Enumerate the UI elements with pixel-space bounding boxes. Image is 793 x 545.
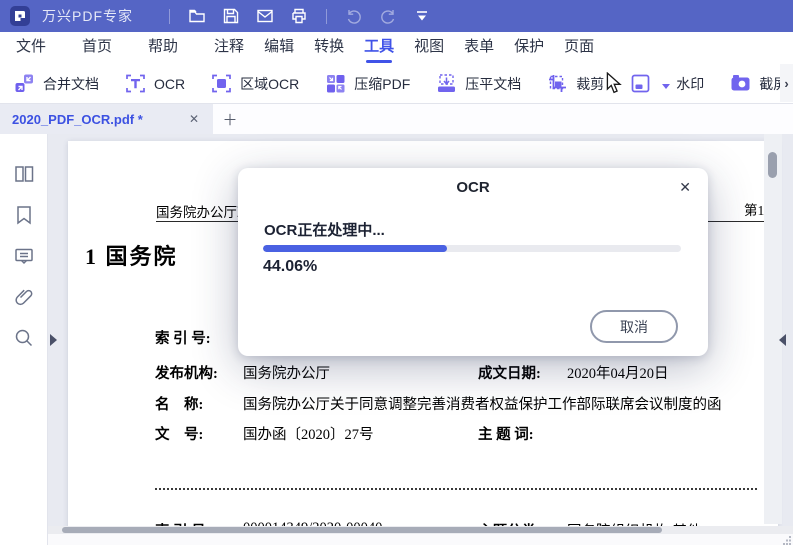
horizontal-scrollbar[interactable] xyxy=(48,526,793,534)
area-ocr-button[interactable]: 区域OCR xyxy=(211,73,299,94)
tool-label: 水印 xyxy=(676,75,705,92)
flatten-icon xyxy=(438,74,456,92)
tab-close-icon[interactable]: ✕ xyxy=(185,110,203,128)
merge-docs-button[interactable]: 合并文档 xyxy=(14,73,99,94)
ocr-icon xyxy=(126,74,145,93)
attachments-panel-icon[interactable] xyxy=(12,285,36,309)
doc-header-left: 国务院办公厅政 xyxy=(156,205,251,220)
merge-icon xyxy=(15,74,33,92)
crop-icon xyxy=(549,75,567,92)
email-icon[interactable] xyxy=(250,3,280,29)
ocr-status-text: OCR正在处理中... xyxy=(264,222,385,239)
doc-field-label: 文 号: xyxy=(155,427,204,443)
menu-home[interactable]: 首页 xyxy=(82,32,112,64)
doc-field-value: 2020年04月20日 xyxy=(567,366,669,382)
compress-icon xyxy=(327,75,345,93)
menu-tools[interactable]: 工具 xyxy=(364,32,394,64)
menu-file[interactable]: 文件 xyxy=(16,32,46,64)
dialog-close-icon[interactable]: ✕ xyxy=(677,177,693,198)
resize-grip-icon[interactable] xyxy=(782,535,792,545)
doc-field-value: 国务院办公厅 xyxy=(243,366,330,382)
bottom-strip xyxy=(48,534,793,545)
watermark-button[interactable]: 水印 xyxy=(630,73,704,94)
mouse-cursor xyxy=(606,72,622,94)
chevron-down-icon[interactable] xyxy=(662,84,671,89)
tab-title: 2020_PDF_OCR.pdf * xyxy=(12,111,143,127)
tool-label: 压缩PDF xyxy=(354,75,411,92)
comments-panel-icon[interactable] xyxy=(12,244,36,268)
doc-heading: 1 国务院 xyxy=(85,244,178,269)
tool-label: 裁剪 xyxy=(576,75,605,92)
redo-icon[interactable] xyxy=(373,3,403,29)
tool-label: 合并文档 xyxy=(43,75,99,92)
camera-icon xyxy=(731,75,750,91)
menu-help[interactable]: 帮助 xyxy=(148,32,178,64)
menu-convert[interactable]: 转换 xyxy=(314,32,344,64)
doc-dotted-divider xyxy=(155,488,757,490)
thumbnails-panel-icon[interactable] xyxy=(12,162,36,186)
title-bar: 万兴PDF专家 xyxy=(0,0,793,32)
area-ocr-icon xyxy=(212,74,231,93)
menu-form[interactable]: 表单 xyxy=(464,32,494,64)
flatten-doc-button[interactable]: 压平文档 xyxy=(436,73,521,94)
left-panel-expand-handle[interactable] xyxy=(50,334,57,346)
tool-label: 区域OCR xyxy=(240,75,300,92)
doc-field-value: 国务院办公厅关于同意调整完善消费者权益保护工作部际联席会议制度的函 xyxy=(243,397,722,413)
print-icon[interactable] xyxy=(284,3,314,29)
doc-field-label: 索 引 号: xyxy=(155,331,211,347)
right-panel-expand-handle[interactable] xyxy=(779,334,786,346)
progress-bar xyxy=(263,245,681,252)
toolbar-overflow-chevron[interactable]: › xyxy=(780,64,793,102)
undo-icon[interactable] xyxy=(339,3,369,29)
cancel-button[interactable]: 取消 xyxy=(590,310,678,343)
search-panel-icon[interactable] xyxy=(12,326,36,350)
titlebar-separator xyxy=(326,8,327,24)
progress-percent: 44.06% xyxy=(263,258,318,275)
tab-bar: 2020_PDF_OCR.pdf * ✕ ＋ xyxy=(0,104,793,134)
menu-edit[interactable]: 编辑 xyxy=(264,32,294,64)
screenshot-button[interactable]: 截屏 xyxy=(730,73,787,94)
hide-toolbar-icon[interactable] xyxy=(407,3,437,29)
crop-button[interactable]: 裁剪 xyxy=(547,73,604,94)
ocr-button[interactable]: OCR xyxy=(125,73,185,94)
titlebar-separator xyxy=(169,8,170,24)
app-title: 万兴PDF专家 xyxy=(42,8,133,24)
doc-field-label: 成文日期: xyxy=(478,366,541,382)
new-tab-button[interactable]: ＋ xyxy=(213,104,247,134)
ocr-progress-dialog: OCR ✕ OCR正在处理中... 44.06% 取消 xyxy=(238,168,708,356)
tool-label: OCR xyxy=(154,75,186,92)
tools-ribbon: 合并文档 OCR 区域OCR 压缩PDF 压平文档 裁剪 水印 截屏 › xyxy=(0,64,793,104)
menu-protect[interactable]: 保护 xyxy=(514,32,544,64)
compress-pdf-button[interactable]: 压缩PDF xyxy=(325,73,410,94)
tool-label: 压平文档 xyxy=(465,75,522,92)
menu-view[interactable]: 视图 xyxy=(414,32,444,64)
bookmarks-panel-icon[interactable] xyxy=(12,203,36,227)
menu-comment[interactable]: 注释 xyxy=(214,32,244,64)
progress-fill xyxy=(263,245,448,252)
doc-field-label: 主 题 词: xyxy=(478,427,534,443)
menu-page[interactable]: 页面 xyxy=(564,32,594,64)
doc-field-label: 发布机构: xyxy=(155,366,218,382)
vertical-scrollbar-thumb[interactable] xyxy=(768,152,777,178)
document-tab[interactable]: 2020_PDF_OCR.pdf * ✕ xyxy=(0,104,213,134)
vertical-scrollbar[interactable] xyxy=(764,134,782,524)
app-logo-icon xyxy=(10,6,30,26)
open-file-icon[interactable] xyxy=(182,3,212,29)
horizontal-scrollbar-thumb[interactable] xyxy=(62,527,662,533)
doc-field-value: 国办函〔2020〕27号 xyxy=(243,427,374,443)
doc-field-label: 名 称: xyxy=(155,397,204,413)
save-icon[interactable] xyxy=(216,3,246,29)
menu-bar: 文件 首页 帮助 注释 编辑 转换 工具 视图 表单 保护 页面 xyxy=(0,32,793,64)
dialog-title: OCR xyxy=(456,179,490,196)
left-sidebar xyxy=(0,134,48,545)
app-window: 万兴PDF专家 文件 首页 帮助 注释 编辑 转换 工具 视图 表单 保护 页面… xyxy=(0,0,793,545)
watermark-icon xyxy=(631,74,650,93)
